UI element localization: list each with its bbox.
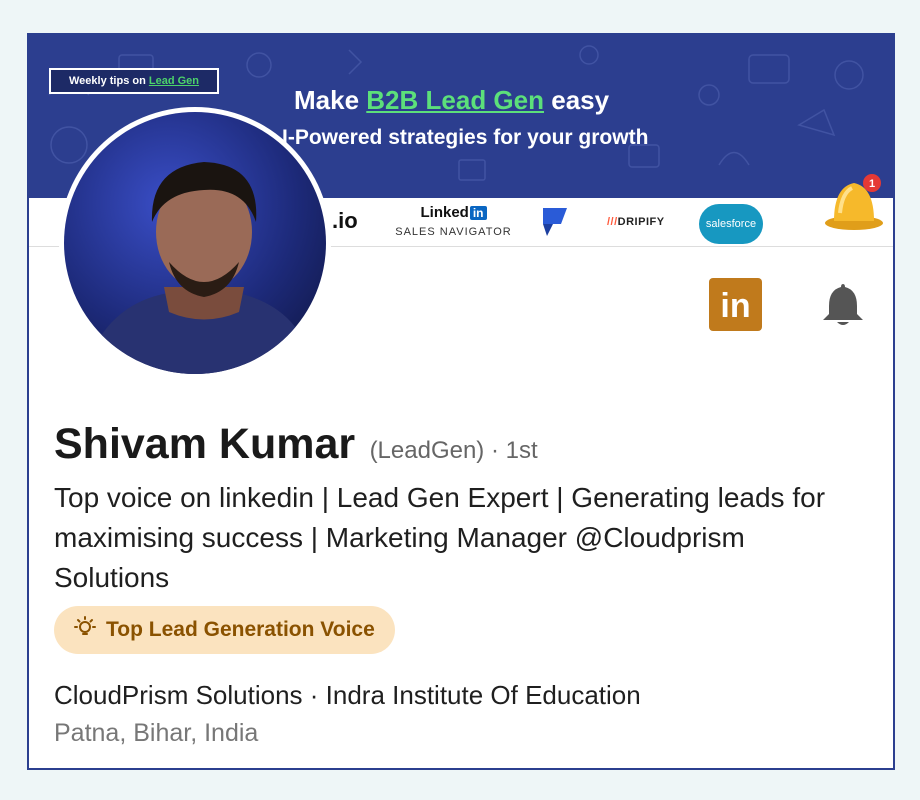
profile-organizations[interactable]: CloudPrism Solutions · Indra Institute O… xyxy=(54,680,641,711)
connection-degree: · 1st xyxy=(484,437,538,464)
badge-label: Top Lead Generation Voice xyxy=(106,618,375,641)
tips-lead-gen-link: Lead Gen xyxy=(148,75,199,87)
dripify-word: DRIPIFY xyxy=(617,216,665,228)
tips-prefix: Weekly tips on xyxy=(68,75,146,87)
profile-headline: Top voice on linkedin | Lead Gen Expert … xyxy=(54,482,826,593)
lightbulb-icon xyxy=(74,616,96,636)
bell-badge-count: 1 xyxy=(869,178,875,190)
flag-logo-icon xyxy=(543,208,567,236)
profile-avatar[interactable] xyxy=(59,107,331,379)
banner-subheadline: I-Powered strategies for your growth xyxy=(282,126,649,149)
profile-name-row: Shivam Kumar (LeadGen) · 1st xyxy=(54,420,538,469)
logo-io: .io xyxy=(332,208,358,233)
linkedin-icon[interactable]: in xyxy=(709,278,762,331)
headline-suffix: easy xyxy=(551,85,610,115)
notification-bell-sticker-icon: 1 xyxy=(825,174,883,230)
profile-name: Shivam Kumar xyxy=(54,420,356,468)
logo-dripify: ///DRIPIFY xyxy=(607,216,665,228)
avatar-photo xyxy=(64,112,326,374)
logo-linkedin-sub: SALES NAVIGATOR xyxy=(395,226,512,238)
profile-card: Weekly tips on Lead Gen Make B2B Lead Ge… xyxy=(27,33,895,770)
banner-headline: Make B2B Lead Gen easy xyxy=(294,85,714,116)
headline-prefix: Make xyxy=(294,85,360,115)
logo-linkedin-box: in xyxy=(469,206,487,220)
profile-pronunciation: (LeadGen) xyxy=(369,437,485,464)
logo-linkedin-word: Linked xyxy=(420,204,469,221)
avatar-silhouette xyxy=(84,162,314,374)
top-voice-badge[interactable]: Top Lead Generation Voice xyxy=(54,606,395,654)
logo-linkedin-sales-navigator: Linked in SALES NAVIGATOR xyxy=(391,204,516,238)
profile-location: Patna, Bihar, India xyxy=(54,719,259,747)
logo-salesforce: salesforce xyxy=(699,204,763,244)
weekly-tips-label: Weekly tips on Lead Gen xyxy=(49,68,219,94)
headline-highlight: B2B Lead Gen xyxy=(366,85,544,115)
dripify-slash: /// xyxy=(607,216,618,228)
bell-icon[interactable] xyxy=(819,280,867,328)
